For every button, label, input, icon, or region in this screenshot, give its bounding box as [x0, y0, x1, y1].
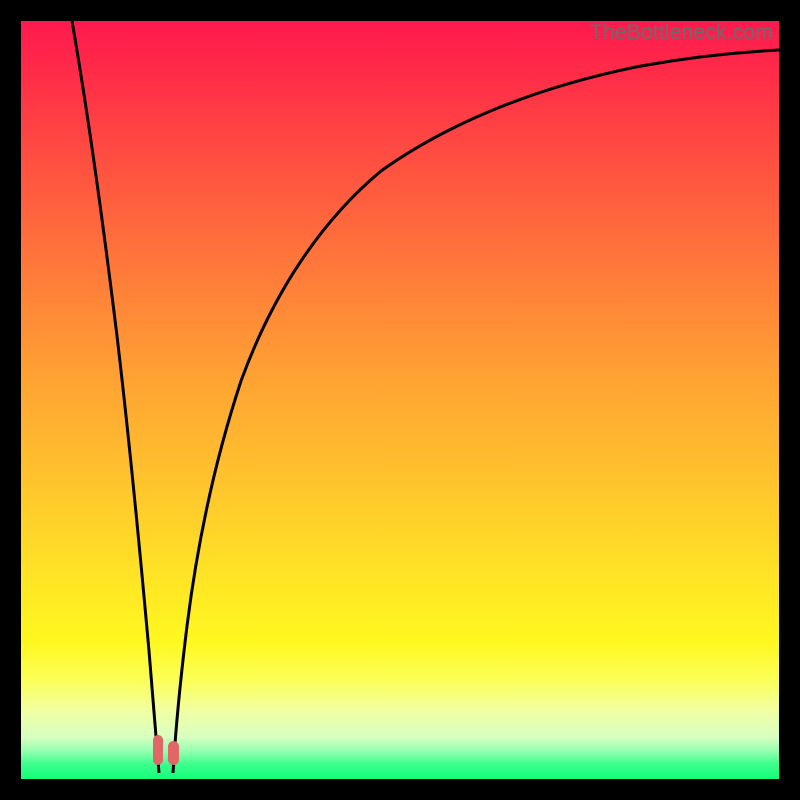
curve-left-branch [72, 21, 159, 773]
bottleneck-curve [21, 21, 779, 779]
plot-area: TheBottleneck.com [21, 21, 779, 779]
minimum-marker-right [168, 741, 179, 765]
curve-right-branch [173, 50, 779, 773]
minimum-marker-left [153, 735, 163, 765]
chart-frame: TheBottleneck.com [0, 0, 800, 800]
